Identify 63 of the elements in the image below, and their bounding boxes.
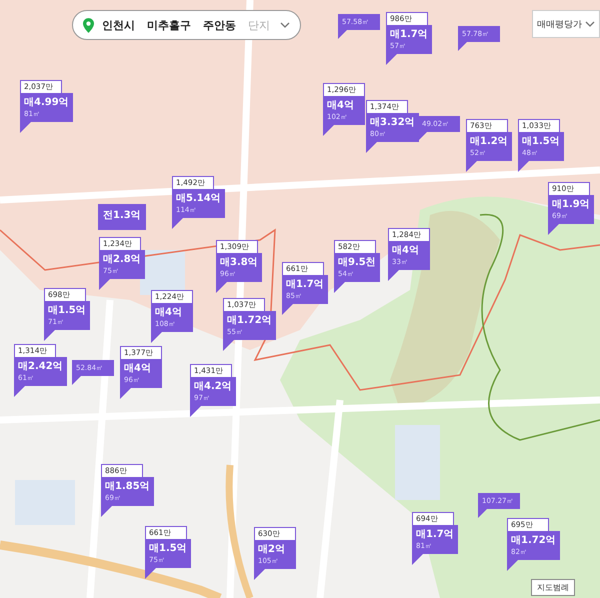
sale-price-label: 매2.8억: [103, 253, 141, 266]
breadcrumb-item[interactable]: 인천시: [98, 18, 139, 32]
marker-pointer-icon: [366, 142, 377, 153]
marker-pointer-icon: [216, 282, 227, 293]
marker-pointer-icon: [145, 568, 156, 579]
sale-price-label: 매1.5억: [48, 304, 86, 317]
marker-pointer-icon: [323, 125, 334, 136]
marker-pointer-icon: [478, 509, 487, 518]
breadcrumb-item[interactable]: 주안동: [199, 18, 240, 32]
marker-pointer-icon: [99, 279, 110, 290]
marker-pointer-icon: [44, 330, 55, 341]
sale-price-label: 매2억: [258, 543, 286, 556]
marker-pointer-icon: [386, 54, 397, 65]
sale-price-label: 매1.85억: [105, 480, 150, 493]
sale-price-label: 매4억: [392, 244, 420, 257]
sale-price-label: 매3.8억: [220, 256, 258, 269]
sale-price-label: 매1.5억: [149, 542, 187, 555]
breadcrumb-item[interactable]: 미추홀구: [143, 18, 195, 32]
marker-pointer-icon: [101, 506, 112, 517]
sale-price-label: 매9.5천: [338, 256, 376, 269]
marker-pointer-icon: [14, 386, 25, 397]
marker-pointer-icon: [458, 42, 467, 51]
price-type-dropdown[interactable]: 매매평당가: [532, 10, 600, 38]
chevron-down-icon: [585, 21, 595, 27]
sale-price-label: 매1.7억: [286, 278, 324, 291]
marker-pointer-icon: [223, 340, 234, 351]
sale-price-label: 매1.72억: [511, 534, 556, 547]
marker-pointer-icon: [548, 224, 559, 235]
marker-pointer-icon: [418, 132, 427, 141]
sale-price-label: 매2.42억: [18, 360, 63, 373]
location-pin-icon: [83, 18, 94, 32]
sale-price-label: 매4.99억: [24, 96, 69, 109]
marker-pointer-icon: [190, 406, 201, 417]
marker-pointer-icon: [72, 376, 81, 385]
map-legend-button[interactable]: 지도범례: [531, 579, 575, 596]
marker-pointer-icon: [338, 30, 347, 39]
chevron-down-icon[interactable]: [280, 22, 290, 28]
marker-pointer-icon: [388, 270, 399, 281]
marker-pointer-icon: [151, 332, 162, 343]
sale-price-label: 매1.9억: [552, 198, 590, 211]
marker-pointer-icon: [412, 554, 423, 565]
sale-price-label: 매5.14억: [176, 192, 221, 205]
marker-pointer-icon: [507, 560, 518, 571]
marker-pointer-icon: [466, 161, 477, 172]
sale-price-label: 매4억: [327, 99, 355, 112]
sale-price-label: 매1.7억: [390, 28, 428, 41]
marker-pointer-icon: [282, 304, 293, 315]
marker-pointer-icon: [172, 218, 183, 229]
sale-price-label: 매3.32억: [370, 116, 415, 129]
marker-pointer-icon: [254, 569, 265, 580]
sale-price-label: 매4억: [124, 362, 152, 375]
sale-price-label: 매4.2억: [194, 380, 232, 393]
marker-pointer-icon: [518, 161, 529, 172]
sale-price-label: 매1.7억: [416, 528, 454, 541]
sale-price-label: 매1.2억: [470, 135, 508, 148]
sale-price-label: 매1.5억: [522, 135, 560, 148]
sale-price-label: 매4억: [155, 306, 183, 319]
marker-pointer-icon: [334, 282, 345, 293]
marker-pointer-icon: [120, 388, 131, 399]
sale-price-label: 매1.72억: [227, 314, 272, 327]
price-marker[interactable]: 전1.3억: [98, 204, 146, 230]
lease-price-label: 전1.3억: [103, 209, 141, 222]
marker-pointer-icon: [20, 122, 31, 133]
